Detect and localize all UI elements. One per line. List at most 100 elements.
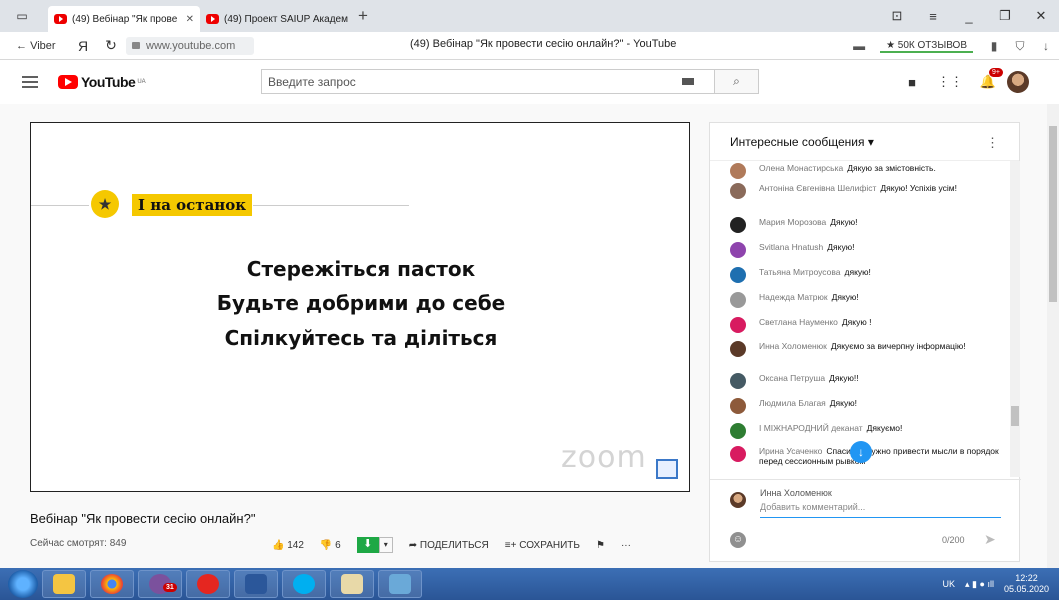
close-window-button[interactable]: ✕ (1023, 8, 1059, 24)
yandex-icon (197, 574, 219, 594)
chat-author[interactable]: Инна Холоменюк (759, 341, 827, 351)
video-player[interactable]: ★ І на останок Стережіться пасток Будьте… (30, 122, 690, 492)
tabs-panel-icon[interactable]: ▭ (8, 5, 36, 27)
chevron-down-icon: ▾ (867, 134, 874, 149)
chat-author[interactable]: Татьяна Митроусова (759, 267, 841, 277)
avatar[interactable] (730, 183, 746, 199)
youtube-header: YouTube UA Введите запрос ⌕ ■ ⋮⋮ 🔔 9+ (0, 60, 1059, 104)
download-button[interactable]: ⬇ (356, 537, 379, 553)
chat-author[interactable]: Надежда Матрюк (759, 292, 828, 302)
avatar[interactable] (730, 267, 746, 283)
emoji-icon[interactable]: ☺ (730, 532, 746, 548)
menu-icon[interactable]: ≡ (915, 9, 951, 24)
playlist-add-icon: ≡+ (504, 539, 517, 551)
chat-author[interactable]: Людмила Благая (759, 398, 826, 408)
taskbar-photos[interactable] (378, 570, 422, 598)
chat-author[interactable]: Олена Монастирська (759, 163, 843, 173)
reload-icon[interactable]: ↻ (96, 37, 126, 54)
dislike-count: 6 (335, 539, 341, 551)
chat-scrollbar[interactable] (1010, 161, 1020, 477)
language-indicator[interactable]: UK (943, 579, 956, 589)
slide-heading: І на останок (132, 194, 253, 216)
create-video-icon[interactable]: ■ (893, 75, 931, 90)
avatar[interactable] (730, 423, 746, 439)
notifications-icon[interactable]: 🔔 9+ (969, 68, 1007, 90)
lock-icon (132, 42, 140, 49)
divider (31, 205, 89, 206)
chat-message-body: Мария Морозова Дякую! (759, 217, 857, 233)
chat-author[interactable]: Ирина Усаченко (759, 446, 822, 456)
restore-button[interactable]: ❐ (987, 8, 1023, 24)
back-button[interactable]: ← Viber (16, 40, 70, 52)
avatar[interactable] (730, 292, 746, 308)
chat-author[interactable]: Светлана Науменко (759, 317, 838, 327)
avatar[interactable] (730, 341, 746, 357)
avatar[interactable] (730, 163, 746, 179)
youtube-play-icon (58, 75, 78, 89)
tray-icons[interactable]: ▴ ▮ ● ıll (965, 579, 994, 590)
start-button[interactable] (8, 570, 38, 598)
youtube-logo[interactable]: YouTube UA (58, 74, 146, 90)
clock[interactable]: 12:22 05.05.2020 (1004, 573, 1049, 595)
avatar[interactable] (730, 446, 746, 462)
chat-message-body: Светлана Науменко Дякую ! (759, 317, 871, 333)
apps-icon[interactable]: ⋮⋮ (931, 74, 969, 90)
minimize-button[interactable]: _ (951, 9, 987, 24)
chat-author[interactable]: Svitlana Hnatush (759, 242, 823, 252)
bookmark-icon[interactable]: ▮ (981, 39, 1007, 53)
avatar[interactable] (730, 398, 746, 414)
page-scrollbar[interactable] (1047, 104, 1059, 568)
close-tab-icon[interactable]: ✕ (186, 14, 194, 25)
zoom-watermark: zoom (561, 440, 647, 475)
menu-icon[interactable] (22, 76, 38, 88)
taskbar-explorer[interactable] (42, 570, 86, 598)
chat-author[interactable]: Оксана Петруша (759, 373, 825, 383)
comment-input[interactable]: Добавить комментарий... (760, 502, 1001, 518)
chat-author[interactable]: Антоніна Євгенівна Шелифіст (759, 183, 876, 193)
scroll-down-button[interactable]: ↓ (850, 441, 872, 463)
page-scroll-thumb[interactable] (1049, 126, 1057, 302)
avatar[interactable] (1007, 71, 1029, 93)
chat-text: Дякую! (830, 217, 858, 227)
like-button[interactable]: 👍 142 (272, 540, 304, 551)
bookmarks-icon[interactable]: ⊡ (879, 8, 915, 24)
avatar[interactable] (730, 217, 746, 233)
download-dropdown[interactable]: ▾ (378, 537, 393, 553)
taskbar-skype[interactable] (282, 570, 326, 598)
taskbar-paint[interactable] (330, 570, 374, 598)
avatar[interactable] (730, 373, 746, 389)
share-button[interactable]: ➦ ПОДЕЛИТЬСЯ (409, 540, 489, 551)
reviews-button[interactable]: ★ 50К ОТЗЫВОВ (880, 40, 973, 53)
send-icon[interactable]: ➤ (984, 531, 996, 548)
search-input[interactable]: Введите запрос (261, 69, 715, 94)
url-field[interactable]: www.youtube.com (126, 36, 254, 55)
save-button[interactable]: ≡+ СОХРАНИТЬ (505, 540, 580, 551)
more-icon[interactable]: ··· (621, 540, 631, 551)
yandex-button[interactable]: Я (70, 38, 96, 54)
new-tab-button[interactable]: + (358, 6, 368, 26)
reader-icon[interactable]: ▬ (846, 39, 872, 53)
chat-scroll-thumb[interactable] (1011, 406, 1019, 426)
taskbar-word[interactable] (234, 570, 278, 598)
protect-icon[interactable]: ⛉ (1007, 39, 1033, 54)
chat-text: Дякую! (831, 292, 859, 302)
chat-author[interactable]: Мария Морозова (759, 217, 826, 227)
paint-icon (341, 574, 363, 594)
avatar[interactable] (730, 317, 746, 333)
tab-webinar[interactable]: (49) Вебінар "Як прове ✕ (48, 6, 200, 32)
tab-saiup[interactable]: (49) Проект SAIUP Академ (200, 6, 350, 32)
avatar[interactable] (730, 242, 746, 258)
taskbar-viber[interactable]: 31 (138, 570, 182, 598)
live-chat: Интересные сообщения ▾ ⋮ Олена Монастирс… (709, 122, 1021, 562)
chat-header[interactable]: Интересные сообщения ▾ ⋮ (710, 123, 1019, 161)
chat-message-body: Надежда Матрюк Дякую! (759, 292, 859, 308)
more-vert-icon[interactable]: ⋮ (986, 135, 999, 151)
search-button[interactable]: ⌕ (715, 69, 759, 94)
downloads-icon[interactable]: ↓ (1033, 39, 1059, 53)
report-flag-icon[interactable]: ⚑ (596, 540, 605, 551)
chat-author[interactable]: І МІЖНАРОДНИЙ деканат (759, 423, 863, 433)
dislike-button[interactable]: 👎 6 (320, 540, 341, 551)
taskbar-yandex[interactable] (186, 570, 230, 598)
keyboard-icon[interactable] (682, 78, 694, 85)
taskbar-chrome[interactable] (90, 570, 134, 598)
